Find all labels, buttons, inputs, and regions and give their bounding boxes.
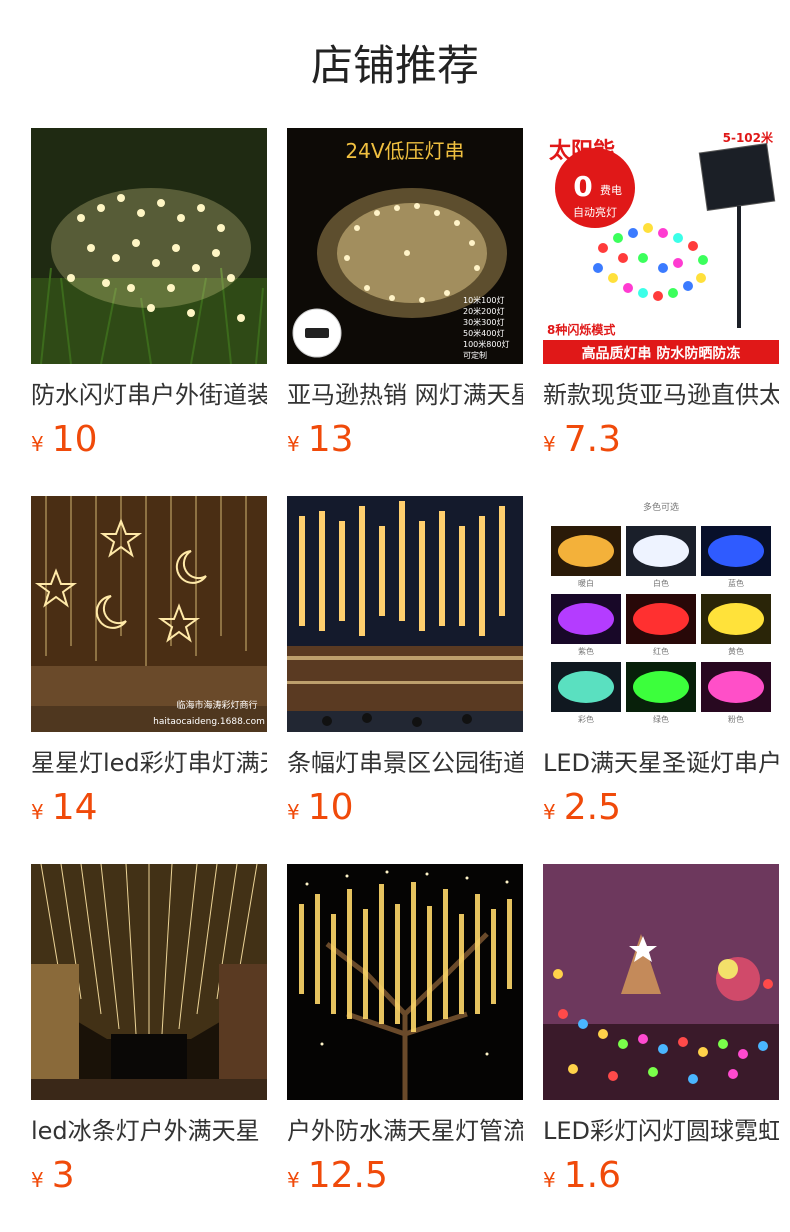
spec-line: 10米100灯 (463, 295, 504, 305)
currency-symbol: ¥ (31, 1168, 44, 1192)
currency-symbol: ¥ (543, 800, 556, 824)
price-value: 13 (307, 419, 354, 460)
color-label: 红色 (653, 646, 669, 656)
color-label: 白色 (653, 578, 669, 588)
color-label: 紫色 (578, 646, 594, 656)
currency-symbol: ¥ (543, 1168, 556, 1192)
product-name[interactable]: 户外防水满天星灯管流星 (287, 1114, 523, 1148)
product-name[interactable]: LED彩灯闪灯圆球霓虹 (543, 1114, 779, 1148)
product-price: ¥7.3 (543, 420, 779, 466)
product-card[interactable]: 太阳能 5-102米 0 费电 自动亮灯 (543, 128, 779, 496)
product-name[interactable]: LED满天星圣诞灯串户外 (543, 746, 779, 780)
image-badge-big: 0 (573, 170, 592, 203)
image-badge-small: 费电 (600, 184, 622, 197)
product-card[interactable]: 多色可选 暖白 白色 蓝色 紫色 红色 黄色 彩色 绿色 粉色 LED满天星圣诞… (543, 496, 779, 864)
product-card[interactable]: 户外防水满天星灯管流星 ¥12.5 (287, 864, 523, 1232)
product-price: ¥2.5 (543, 788, 779, 834)
product-card[interactable]: 防水闪灯串户外街道装饰 ¥10 (31, 128, 267, 496)
image-badge-line: 自动亮灯 (573, 205, 617, 219)
spec-line: 100米800灯 (463, 339, 510, 349)
product-image-colorful-star-lights[interactable] (543, 864, 779, 1100)
product-price: ¥12.5 (287, 1156, 523, 1202)
color-label: 蓝色 (728, 578, 744, 588)
price-value: 2.5 (563, 787, 621, 828)
image-watermark: 临海市海涛彩灯商行 (176, 699, 257, 711)
product-name[interactable]: 星星灯led彩灯串灯满天星 (31, 746, 267, 780)
price-value: 10 (51, 419, 98, 460)
product-name[interactable]: led冰条灯户外满天星 (31, 1114, 267, 1148)
product-image-solar-lights[interactable]: 太阳能 5-102米 0 费电 自动亮灯 (543, 128, 779, 364)
image-header-text: 多色可选 (643, 501, 679, 513)
product-price: ¥13 (287, 420, 523, 466)
product-card[interactable]: 条幅灯串景区公园街道 ¥10 (287, 496, 523, 864)
color-label: 绿色 (653, 714, 669, 724)
price-value: 12.5 (307, 1155, 388, 1196)
image-modes-text: 8种闪烁模式 (547, 322, 615, 337)
color-label: 彩色 (578, 714, 594, 724)
product-card[interactable]: 临海市海涛彩灯商行 haitaocaideng.1688.com 星星灯led彩… (31, 496, 267, 864)
product-name[interactable]: 条幅灯串景区公园街道 (287, 746, 523, 780)
image-length-text: 5-102米 (723, 130, 774, 145)
product-image-warm-string-lights[interactable] (31, 128, 267, 364)
color-label: 暖白 (578, 578, 594, 588)
product-name[interactable]: 防水闪灯串户外街道装饰 (31, 378, 267, 412)
product-image-icicle-lights[interactable] (31, 864, 267, 1100)
currency-symbol: ¥ (31, 800, 44, 824)
product-image-meteor-tube-lights[interactable] (287, 864, 523, 1100)
price-value: 1.6 (563, 1155, 621, 1196)
product-card[interactable]: led冰条灯户外满天星 ¥3 (31, 864, 267, 1232)
price-value: 10 (307, 787, 354, 828)
product-image-street-banner-lights[interactable] (287, 496, 523, 732)
product-image-color-options[interactable]: 多色可选 暖白 白色 蓝色 紫色 红色 黄色 彩色 绿色 粉色 (543, 496, 779, 732)
product-price: ¥14 (31, 788, 267, 834)
color-label: 黄色 (728, 646, 744, 656)
spec-line: 50米400灯 (463, 328, 504, 338)
product-price: ¥3 (31, 1156, 267, 1202)
price-value: 7.3 (563, 419, 621, 460)
price-value: 3 (51, 1155, 75, 1196)
spec-line: 30米300灯 (463, 317, 504, 327)
product-grid: 防水闪灯串户外街道装饰 ¥10 24V低压灯串 (31, 128, 790, 1232)
product-price: ¥1.6 (543, 1156, 779, 1202)
currency-symbol: ¥ (287, 800, 300, 824)
page-title: 店铺推荐 (310, 41, 479, 90)
product-name[interactable]: 亚马逊热销 网灯满天星 (287, 378, 523, 412)
color-label: 粉色 (728, 714, 744, 724)
currency-symbol: ¥ (543, 432, 556, 456)
currency-symbol: ¥ (31, 432, 44, 456)
price-value: 14 (51, 787, 98, 828)
product-price: ¥10 (287, 788, 523, 834)
product-name[interactable]: 新款现货亚马逊直供太阳能 (543, 378, 779, 412)
spec-line: 20米200灯 (463, 306, 504, 316)
image-banner-text: 24V低压灯串 (345, 139, 464, 163)
image-watermark: haitaocaideng.1688.com (153, 717, 265, 727)
image-footer-text: 高品质灯串 防水防晒防冻 (582, 345, 741, 362)
currency-symbol: ¥ (287, 1168, 300, 1192)
product-price: ¥10 (31, 420, 267, 466)
spec-line: 可定制 (463, 350, 487, 360)
currency-symbol: ¥ (287, 432, 300, 456)
product-image-24v-light-string[interactable]: 24V低压灯串 10米100灯 20米200灯 30米300灯 50米400灯 (287, 128, 523, 364)
product-image-star-moon-curtain[interactable]: 临海市海涛彩灯商行 haitaocaideng.1688.com (31, 496, 267, 732)
product-card[interactable]: LED彩灯闪灯圆球霓虹 ¥1.6 (543, 864, 779, 1232)
product-card[interactable]: 24V低压灯串 10米100灯 20米200灯 30米300灯 50米400灯 (287, 128, 523, 496)
